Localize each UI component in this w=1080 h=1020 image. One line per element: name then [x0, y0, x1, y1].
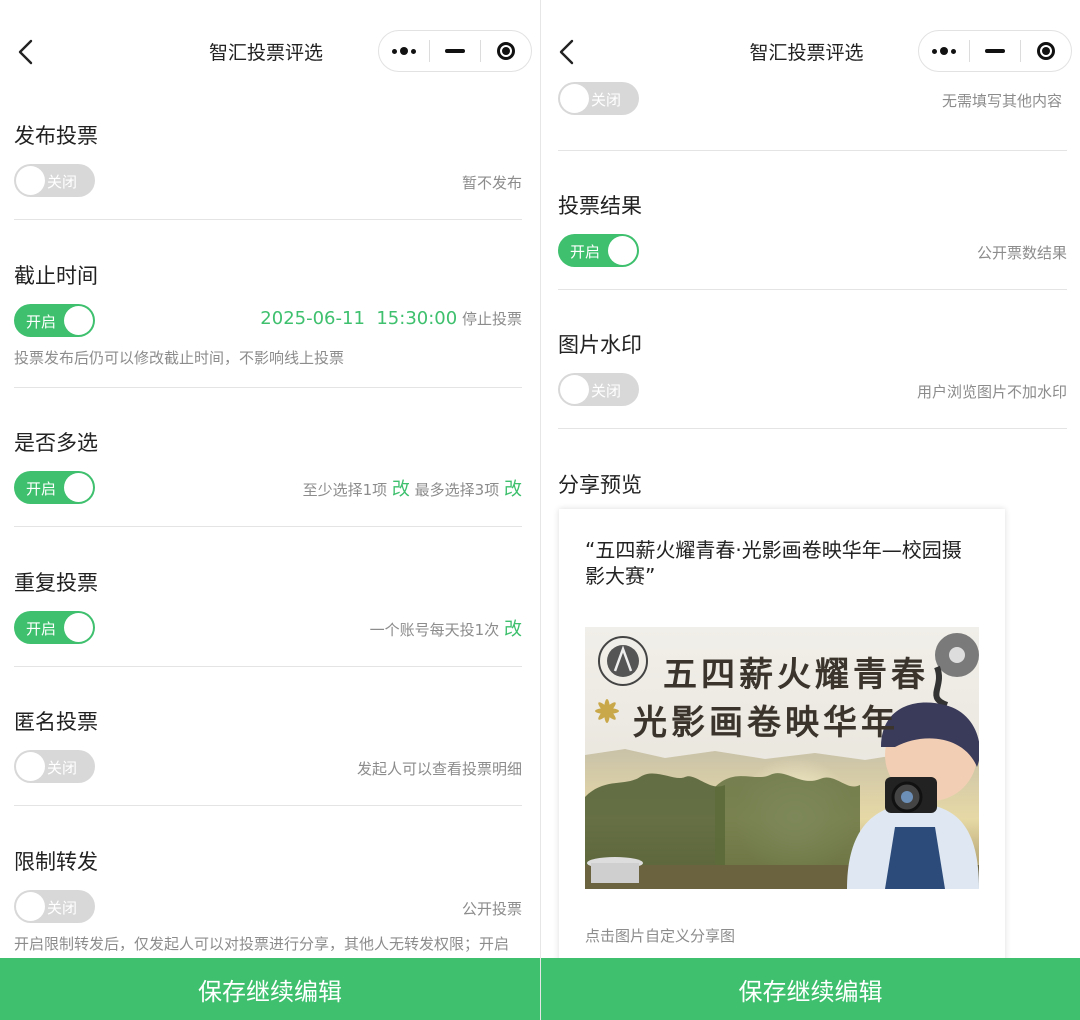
limit-share-toggle[interactable]: 关闭 [14, 890, 95, 923]
divider [558, 150, 1067, 151]
more-dots-icon[interactable] [379, 31, 429, 71]
multi-select-section: 是否多选 开启 至少选择1项 改 最多选择3项 改 [14, 427, 522, 505]
section-title: 分享预览 [558, 473, 642, 497]
watermark-toggle[interactable]: 关闭 [558, 373, 639, 406]
divider [14, 219, 522, 220]
anonymous-status: 发起人可以查看投票明细 [356, 760, 522, 778]
section-title: 匿名投票 [14, 710, 98, 734]
min-select-text: 至少选择1项 [302, 481, 388, 499]
capsule-menu [918, 30, 1072, 72]
toggle-label: 关闭 [47, 899, 78, 917]
share-preview-section: 分享预览 [558, 469, 1067, 499]
scrolled-option-section: 关闭 无需填写其他内容 [558, 82, 1062, 116]
publish-status: 暂不发布 [461, 174, 522, 192]
poster-title-line1: 五四薪火耀青春 [663, 655, 929, 695]
change-repeat-link[interactable]: 改 [504, 619, 522, 640]
share-poster-image[interactable]: 五四薪火耀青春 光影画卷映华年 [585, 627, 979, 889]
toggle-label: 开启 [26, 480, 57, 498]
multi-select-toggle[interactable]: 开启 [14, 471, 95, 504]
divider [558, 289, 1067, 290]
divider [14, 526, 522, 527]
anonymous-section: 匿名投票 关闭 发起人可以查看投票明细 [14, 706, 522, 784]
vote-result-section: 投票结果 开启 公开票数结果 [558, 190, 1067, 268]
left-screen: 智汇投票评选 发布投票 关闭 暂不发布 截止时间 开启 2025-06-11 1… [0, 0, 540, 1020]
vote-result-status: 公开票数结果 [976, 244, 1067, 262]
toggle-label: 关闭 [591, 91, 622, 109]
section-title: 截止时间 [14, 264, 98, 288]
deadline-section: 截止时间 开启 2025-06-11 15:30:00 停止投票 投票发布后仍可… [14, 260, 522, 370]
deadline-suffix: 停止投票 [461, 310, 522, 328]
capsule-menu [378, 30, 532, 72]
section-title: 限制转发 [14, 850, 98, 874]
minimize-icon[interactable] [970, 31, 1020, 71]
share-image-hint: 点击图片自定义分享图 [585, 927, 736, 945]
deadline-datetime[interactable]: 2025-06-11 15:30:00 [260, 308, 457, 329]
close-target-icon[interactable] [481, 31, 531, 71]
right-screen: 智汇投票评选 关闭 无需填写其他内容 投票结果 开启 公开票数结果 图片水印 关… [541, 0, 1080, 1020]
divider [558, 428, 1067, 429]
save-continue-button[interactable]: 保存继续编辑 [0, 958, 540, 1020]
anonymous-toggle[interactable]: 关闭 [14, 750, 95, 783]
watermark-status: 用户浏览图片不加水印 [916, 383, 1067, 401]
change-min-link[interactable]: 改 [392, 479, 410, 500]
toggle-label: 关闭 [591, 382, 622, 400]
toggle-label: 开启 [570, 243, 601, 261]
divider [14, 387, 522, 388]
save-continue-button[interactable]: 保存继续编辑 [541, 958, 1080, 1020]
toggle-label: 关闭 [47, 173, 78, 191]
share-card-title: “五四薪火耀青春·光影画卷映华年—校园摄影大赛” [585, 538, 962, 588]
poster-title-line2: 光影画卷映华年 [633, 703, 899, 743]
minimize-icon[interactable] [430, 31, 480, 71]
repeat-vote-toggle[interactable]: 开启 [14, 611, 95, 644]
scrolled-option-toggle[interactable]: 关闭 [558, 82, 639, 115]
toggle-label: 关闭 [47, 759, 78, 777]
repeat-rule-text: 一个账号每天投1次 [369, 621, 500, 639]
limit-share-status: 公开投票 [461, 900, 522, 918]
publish-toggle[interactable]: 关闭 [14, 164, 95, 197]
vote-result-toggle[interactable]: 开启 [558, 234, 639, 267]
scrolled-option-status: 无需填写其他内容 [941, 92, 1062, 110]
repeat-vote-section: 重复投票 开启 一个账号每天投1次 改 [14, 567, 522, 645]
section-title: 是否多选 [14, 431, 98, 455]
more-dots-icon[interactable] [919, 31, 969, 71]
divider [14, 666, 522, 667]
section-title: 重复投票 [14, 571, 98, 595]
nav-bar: 智汇投票评选 [0, 0, 540, 100]
section-title: 投票结果 [558, 194, 642, 218]
watermark-section: 图片水印 关闭 用户浏览图片不加水印 [558, 329, 1067, 407]
toggle-label: 开启 [26, 313, 57, 331]
close-target-icon[interactable] [1021, 31, 1071, 71]
change-max-link[interactable]: 改 [504, 479, 522, 500]
publish-section: 发布投票 关闭 暂不发布 [14, 120, 522, 198]
section-title: 图片水印 [558, 333, 642, 357]
section-title: 发布投票 [14, 124, 98, 148]
deadline-hint: 投票发布后仍可以修改截止时间，不影响线上投票 [14, 349, 345, 367]
max-select-text: 最多选择3项 [414, 481, 500, 499]
toggle-label: 开启 [26, 620, 57, 638]
divider [14, 805, 522, 806]
share-preview-card: “五四薪火耀青春·光影画卷映华年—校园摄影大赛” 五四薪火耀青春 光影画卷映华年… [559, 509, 1005, 969]
deadline-toggle[interactable]: 开启 [14, 304, 95, 337]
